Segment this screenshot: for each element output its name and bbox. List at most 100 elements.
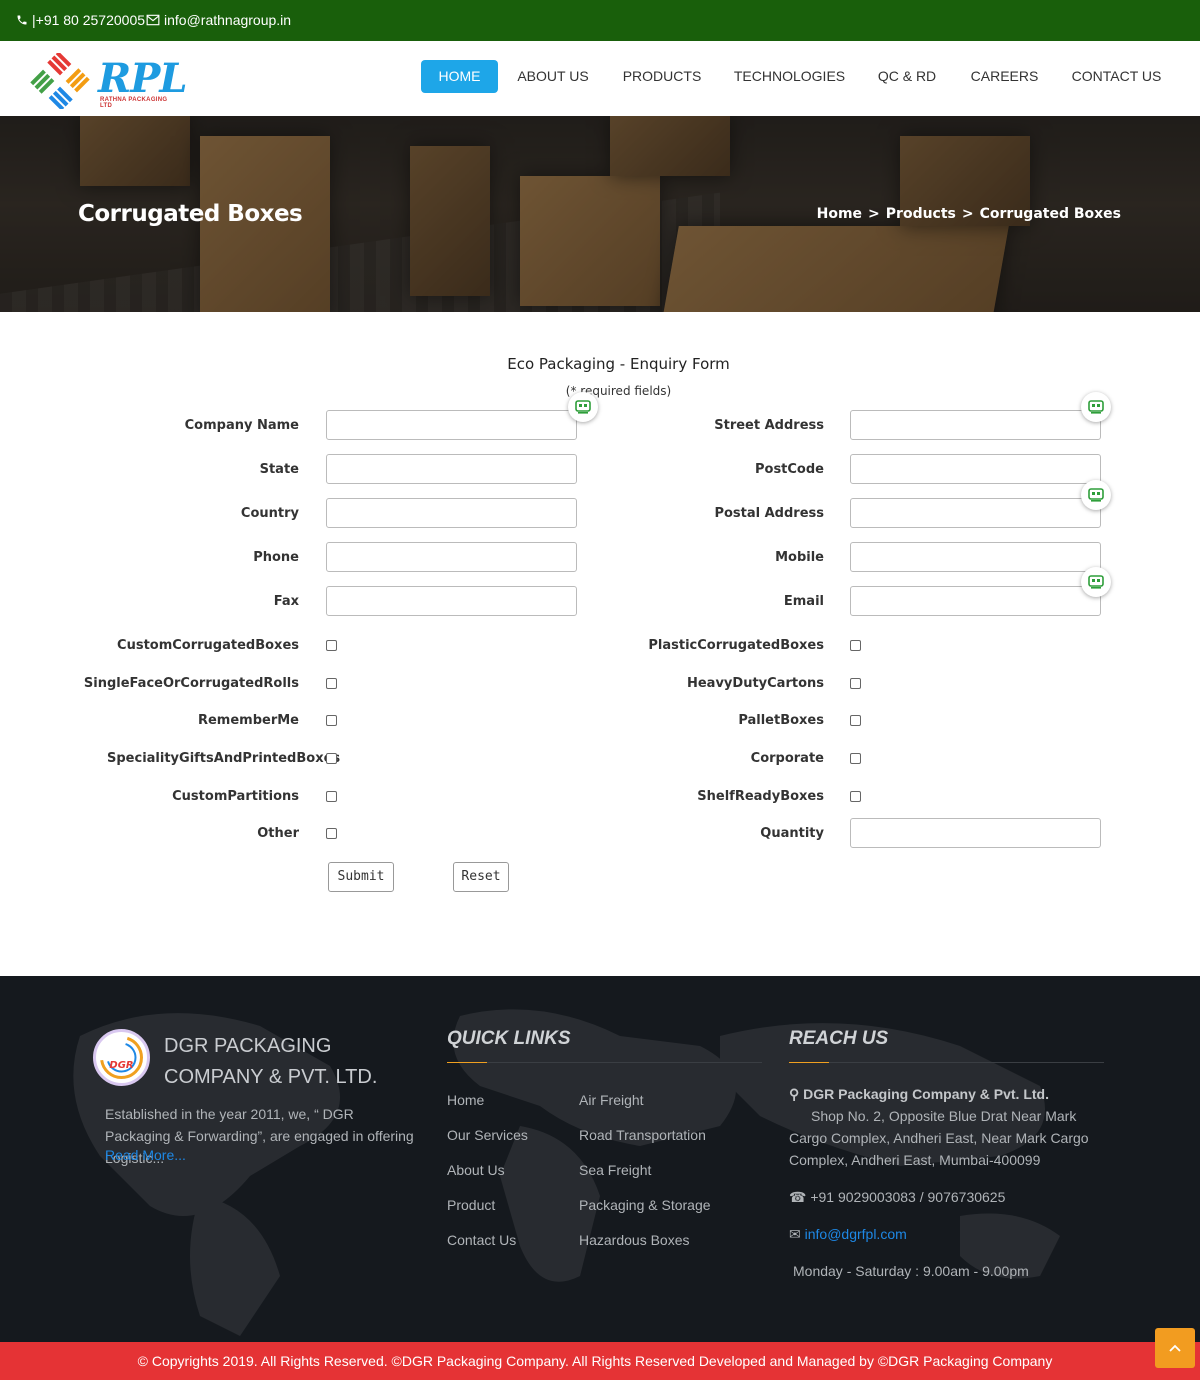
password-manager-icon[interactable] bbox=[1081, 567, 1111, 597]
label-street-address: Street Address bbox=[714, 418, 824, 433]
single-face-rolls-checkbox[interactable] bbox=[326, 678, 337, 689]
footer-link-road-transportation[interactable]: Road Transportation bbox=[579, 1127, 706, 1143]
custom-partitions-checkbox[interactable] bbox=[326, 791, 337, 802]
footer-link-product[interactable]: Product bbox=[447, 1197, 495, 1213]
site-footer: DGR DGR PACKAGING COMPANY & PVT. LTD. Es… bbox=[0, 976, 1200, 1342]
nav-products[interactable]: PRODUCTS bbox=[618, 60, 706, 93]
breadcrumb-products[interactable]: Products bbox=[886, 206, 956, 222]
label-custom-partitions: CustomPartitions bbox=[172, 789, 299, 804]
reach-phone-row: ☎ +91 9029003083 / 9076730625 bbox=[789, 1186, 1109, 1208]
phone-input[interactable] bbox=[326, 542, 577, 572]
country-input[interactable] bbox=[326, 498, 577, 528]
chevron-up-icon bbox=[1169, 1344, 1181, 1352]
mobile-input[interactable] bbox=[850, 542, 1101, 572]
footer-link-home[interactable]: Home bbox=[447, 1092, 484, 1108]
label-other: Other bbox=[257, 826, 299, 841]
nav-home[interactable]: HOME bbox=[421, 60, 498, 93]
postcode-input[interactable] bbox=[850, 454, 1101, 484]
page-title: Corrugated Boxes bbox=[78, 201, 303, 227]
footer-link-packaging-storage[interactable]: Packaging & Storage bbox=[579, 1197, 711, 1213]
label-pallet-boxes: PalletBoxes bbox=[738, 713, 824, 728]
reset-button[interactable]: Reset bbox=[453, 862, 509, 892]
label-email: Email bbox=[783, 594, 824, 609]
footer-link-sea-freight[interactable]: Sea Freight bbox=[579, 1162, 651, 1178]
reach-address-block: ⚲ DGR Packaging Company & Pvt. Ltd. Shop… bbox=[789, 1083, 1109, 1171]
quick-links-heading: QUICK LINKS bbox=[447, 1028, 571, 1049]
quantity-input[interactable] bbox=[850, 818, 1101, 848]
envelope-icon bbox=[146, 14, 160, 26]
nav-careers[interactable]: CAREERS bbox=[966, 60, 1043, 93]
submit-button[interactable]: Submit bbox=[328, 862, 394, 892]
nav-qc-rd[interactable]: QC & RD bbox=[872, 60, 942, 93]
map-marker-icon: ⚲ bbox=[789, 1086, 800, 1102]
svg-text:DGR: DGR bbox=[109, 1060, 133, 1071]
reach-hours: Monday - Saturday : 9.00am - 9.00pm bbox=[793, 1263, 1029, 1279]
label-remember-me: RememberMe bbox=[197, 713, 299, 728]
heavy-duty-cartons-checkbox[interactable] bbox=[850, 678, 861, 689]
phone-icon: ☎ bbox=[789, 1189, 807, 1205]
breadcrumb-home[interactable]: Home bbox=[817, 206, 862, 222]
breadcrumb-current: Corrugated Boxes bbox=[979, 206, 1121, 222]
label-country: Country bbox=[240, 506, 299, 521]
label-mobile: Mobile bbox=[775, 550, 824, 565]
remember-me-checkbox[interactable] bbox=[326, 715, 337, 726]
logo-subtitle: RATHNA PACKAGING LTD bbox=[100, 97, 168, 109]
speciality-gifts-checkbox[interactable] bbox=[326, 753, 337, 764]
footer-link-air-freight[interactable]: Air Freight bbox=[579, 1092, 644, 1108]
state-input[interactable] bbox=[326, 454, 577, 484]
breadcrumb-separator: > bbox=[868, 206, 880, 222]
label-company-name: Company Name bbox=[184, 418, 299, 433]
footer-link-about-us[interactable]: About Us bbox=[447, 1162, 505, 1178]
top-phone[interactable]: |+91 80 25720005 bbox=[16, 12, 145, 28]
label-state: State bbox=[259, 462, 299, 477]
label-fax: Fax bbox=[273, 594, 299, 609]
plastic-corrugated-boxes-checkbox[interactable] bbox=[850, 640, 861, 651]
label-speciality-gifts: SpecialityGiftsAndPrintedBoxes bbox=[107, 751, 341, 766]
footer-link-contact-us[interactable]: Contact Us bbox=[447, 1232, 516, 1248]
password-manager-icon[interactable] bbox=[568, 392, 598, 422]
reach-email[interactable]: info@dgrfpl.com bbox=[805, 1226, 907, 1242]
main-nav: HOME ABOUT US PRODUCTS TECHNOLOGIES QC &… bbox=[0, 60, 1200, 93]
custom-corrugated-boxes-checkbox[interactable] bbox=[326, 640, 337, 651]
reach-company: DGR Packaging Company & Pvt. Ltd. bbox=[803, 1086, 1049, 1102]
breadcrumb-separator: > bbox=[961, 206, 974, 222]
footer-logo[interactable]: DGR bbox=[93, 1029, 150, 1086]
other-checkbox[interactable] bbox=[326, 828, 337, 839]
read-more-link[interactable]: Read More... bbox=[105, 1147, 186, 1163]
footer-link-hazardous-boxes[interactable]: Hazardous Boxes bbox=[579, 1232, 690, 1248]
nav-technologies[interactable]: TECHNOLOGIES bbox=[730, 60, 849, 93]
company-name-input[interactable] bbox=[326, 410, 577, 440]
envelope-icon: ✉ bbox=[789, 1226, 801, 1242]
copyright-text: © Copyrights 2019. All Rights Reserved. … bbox=[137, 1353, 1053, 1369]
postal-address-input[interactable] bbox=[850, 498, 1101, 528]
label-corporate: Corporate bbox=[750, 751, 824, 766]
top-email-text: info@rathnagroup.in bbox=[164, 12, 292, 28]
label-shelf-ready-boxes: ShelfReadyBoxes bbox=[697, 789, 824, 804]
password-manager-icon[interactable] bbox=[1081, 392, 1111, 422]
top-bar: |+91 80 25720005 info@rathnagroup.in bbox=[0, 0, 1200, 41]
street-address-input[interactable] bbox=[850, 410, 1101, 440]
nav-contact-us[interactable]: CONTACT US bbox=[1066, 60, 1167, 93]
reach-address: Shop No. 2, Opposite Blue Drat Near Mark… bbox=[789, 1108, 1089, 1168]
label-postcode: PostCode bbox=[754, 462, 824, 477]
breadcrumb: Home > Products > Corrugated Boxes bbox=[817, 206, 1121, 222]
scroll-to-top-button[interactable] bbox=[1155, 1328, 1195, 1368]
reach-us-divider bbox=[789, 1062, 1104, 1063]
label-quantity: Quantity bbox=[760, 826, 824, 841]
footer-link-our-services[interactable]: Our Services bbox=[447, 1127, 528, 1143]
phone-icon bbox=[17, 15, 27, 25]
label-custom-corrugated-boxes: CustomCorrugatedBoxes bbox=[117, 638, 299, 653]
shelf-ready-boxes-checkbox[interactable] bbox=[850, 791, 861, 802]
top-email[interactable]: info@rathnagroup.in bbox=[146, 12, 291, 28]
fax-input[interactable] bbox=[326, 586, 577, 616]
nav-about-us[interactable]: ABOUT US bbox=[512, 60, 594, 93]
label-postal-address: Postal Address bbox=[714, 506, 824, 521]
corporate-checkbox[interactable] bbox=[850, 753, 861, 764]
form-title: Eco Packaging - Enquiry Form bbox=[507, 355, 730, 373]
label-single-face-rolls: SingleFaceOrCorrugatedRolls bbox=[83, 676, 299, 691]
site-header: RPL RATHNA PACKAGING LTD HOME ABOUT US P… bbox=[0, 41, 1200, 116]
copyright-bar: © Copyrights 2019. All Rights Reserved. … bbox=[0, 1342, 1200, 1380]
password-manager-icon[interactable] bbox=[1081, 480, 1111, 510]
email-input[interactable] bbox=[850, 586, 1101, 616]
pallet-boxes-checkbox[interactable] bbox=[850, 715, 861, 726]
